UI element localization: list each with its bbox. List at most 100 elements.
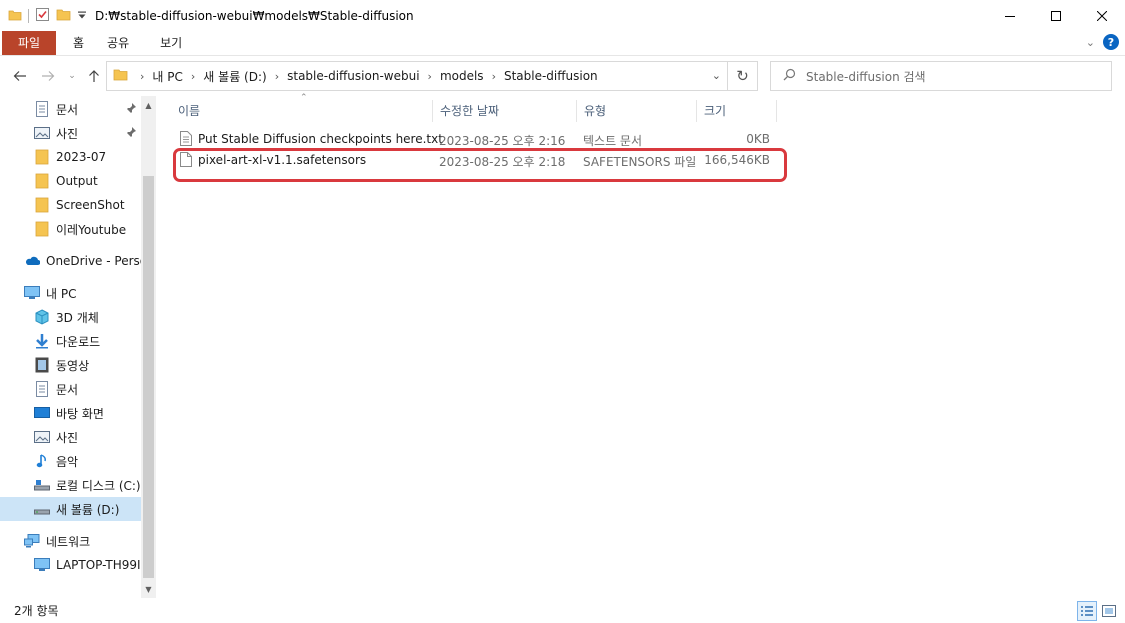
nav-item-documents[interactable]: 문서: [0, 377, 141, 401]
scroll-up-icon[interactable]: ▲: [141, 98, 156, 113]
nav-item-folder-2023-07[interactable]: 2023-07: [0, 145, 141, 169]
navigation-scrollbar[interactable]: ▲ ▼: [141, 96, 156, 598]
pc-icon: [24, 285, 40, 301]
nav-item-3d-objects[interactable]: 3D 개체: [0, 305, 141, 329]
breadcrumb-chevron-icon[interactable]: ›: [191, 70, 195, 83]
view-switcher: [1077, 601, 1119, 621]
column-header-name[interactable]: 이름: [170, 96, 432, 124]
nav-item-downloads[interactable]: 다운로드: [0, 329, 141, 353]
ribbon-tabs: 파일 홈 공유 보기 ⌄ ?: [0, 30, 1125, 56]
ribbon-right-controls: ⌄ ?: [1086, 34, 1119, 50]
tab-view[interactable]: 보기: [146, 34, 199, 51]
breadcrumb-chevron-icon[interactable]: ›: [428, 70, 432, 83]
file-row[interactable]: Put Stable Diffusion checkpoints here.tx…: [174, 128, 784, 150]
tab-home[interactable]: 홈: [56, 34, 101, 51]
nav-item-pictures[interactable]: 사진: [0, 425, 141, 449]
column-header-label: 이름: [178, 103, 201, 118]
document-icon: [34, 381, 50, 397]
toolbar-separator: [28, 9, 29, 23]
column-header-date[interactable]: 수정한 날짜: [432, 96, 576, 124]
expand-ribbon-icon[interactable]: ⌄: [1086, 36, 1095, 49]
nav-item-my-pc[interactable]: 내 PC: [0, 281, 141, 305]
nav-item-label: 이레Youtube: [56, 222, 127, 237]
refresh-button[interactable]: ↻: [728, 61, 758, 91]
nav-item-music[interactable]: 음악: [0, 449, 141, 473]
breadcrumb-volume-d[interactable]: 새 볼륨 (D:): [203, 68, 266, 85]
column-header-label: 유형: [584, 103, 607, 118]
breadcrumb-webui[interactable]: stable-diffusion-webui: [287, 69, 419, 83]
address-dropdown-icon[interactable]: ⌄: [712, 69, 721, 82]
column-header-type[interactable]: 유형: [576, 96, 696, 124]
computer-icon: [34, 557, 50, 573]
nav-item-label: 다운로드: [56, 334, 101, 349]
address-row: ⌄ › 내 PC › 새 볼륨 (D:) › stable-diffusion-…: [0, 58, 1125, 94]
nav-item-volume-d[interactable]: 새 볼륨 (D:): [0, 497, 141, 521]
breadcrumb-chevron-icon[interactable]: ›: [140, 70, 144, 83]
nav-item-network[interactable]: 네트워크: [0, 529, 141, 553]
item-count: 2개 항목: [14, 604, 59, 618]
large-icons-view-button[interactable]: [1099, 601, 1119, 621]
navigation-list: 문서 사진 2023-07 Output ScreenShot 이레Youtub…: [0, 96, 141, 598]
video-icon: [34, 357, 50, 373]
file-name: Put Stable Diffusion checkpoints here.tx…: [198, 132, 443, 146]
nav-item-local-disk-c[interactable]: 로컬 디스크 (C:): [0, 473, 141, 497]
highlight-annotation: [173, 148, 787, 182]
pin-icon[interactable]: [125, 126, 137, 141]
back-button[interactable]: [10, 66, 30, 86]
nav-item-pictures-quick[interactable]: 사진: [0, 121, 141, 145]
breadcrumb-chevron-icon[interactable]: ›: [492, 70, 496, 83]
desktop-icon: [34, 405, 50, 421]
nav-item-folder-youtube[interactable]: 이레Youtube: [0, 217, 141, 241]
nav-item-label: 바탕 화면: [56, 406, 104, 421]
picture-icon: [34, 429, 50, 445]
address-bar[interactable]: › 내 PC › 새 볼륨 (D:) › stable-diffusion-we…: [106, 61, 728, 91]
nav-item-label: 새 볼륨 (D:): [56, 502, 120, 517]
search-input[interactable]: Stable-diffusion 검색: [770, 61, 1112, 91]
music-icon: [34, 453, 50, 469]
onedrive-icon: [24, 253, 40, 269]
scroll-down-icon[interactable]: ▼: [141, 582, 156, 597]
column-header-size[interactable]: 크기: [696, 96, 776, 124]
quick-access-toolbar: [0, 7, 87, 25]
pin-icon[interactable]: [125, 102, 137, 117]
tab-share[interactable]: 공유: [101, 34, 146, 51]
breadcrumb: › 내 PC › 새 볼륨 (D:) › stable-diffusion-we…: [132, 68, 598, 85]
scrollbar-thumb[interactable]: [143, 176, 154, 578]
nav-item-label: OneDrive - Person: [46, 254, 141, 268]
nav-item-folder-output[interactable]: Output: [0, 169, 141, 193]
help-icon[interactable]: ?: [1103, 34, 1119, 50]
forward-button[interactable]: [38, 66, 58, 86]
breadcrumb-models[interactable]: models: [440, 69, 484, 83]
breadcrumb-chevron-icon[interactable]: ›: [275, 70, 279, 83]
nav-item-desktop[interactable]: 바탕 화면: [0, 401, 141, 425]
nav-item-folder-screenshot[interactable]: ScreenShot: [0, 193, 141, 217]
folder-icon: [34, 197, 50, 213]
nav-item-documents-quick[interactable]: 문서: [0, 97, 141, 121]
customize-dropdown-icon[interactable]: [77, 9, 87, 23]
recent-locations-button[interactable]: ⌄: [62, 66, 82, 86]
search-placeholder: Stable-diffusion 검색: [806, 69, 926, 84]
up-button[interactable]: [84, 66, 104, 86]
nav-item-label: 3D 개체: [56, 310, 99, 325]
column-divider[interactable]: [776, 100, 777, 122]
nav-item-label: 네트워크: [46, 534, 91, 549]
nav-item-label: 내 PC: [46, 286, 77, 301]
minimize-button[interactable]: [987, 0, 1033, 32]
nav-item-label: 사진: [56, 126, 79, 141]
breadcrumb-stable-diffusion[interactable]: Stable-diffusion: [504, 69, 598, 83]
nav-item-laptop[interactable]: LAPTOP-TH99IR: [0, 553, 141, 577]
folder-icon: [8, 8, 22, 25]
file-type: 텍스트 문서: [583, 134, 643, 148]
properties-icon[interactable]: [35, 7, 50, 25]
nav-item-label: LAPTOP-TH99IR: [56, 558, 141, 572]
close-button[interactable]: [1079, 0, 1125, 32]
breadcrumb-my-pc[interactable]: 내 PC: [152, 68, 182, 85]
column-header-label: 크기: [704, 103, 727, 118]
new-folder-icon[interactable]: [56, 7, 71, 25]
nav-item-onedrive[interactable]: OneDrive - Person: [0, 249, 141, 273]
maximize-button[interactable]: [1033, 0, 1079, 32]
nav-item-videos[interactable]: 동영상: [0, 353, 141, 377]
tab-file[interactable]: 파일: [2, 30, 56, 55]
details-view-button[interactable]: [1077, 601, 1097, 621]
folder-icon: [34, 149, 50, 165]
